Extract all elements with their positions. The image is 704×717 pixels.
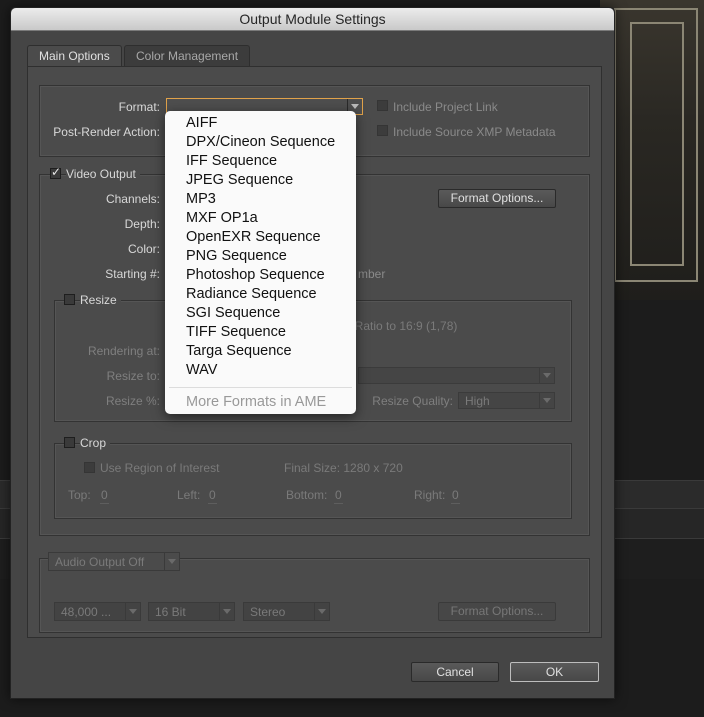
chevron-down-icon (125, 603, 140, 620)
audio-sample-rate-dropdown[interactable]: 48,000 ... (54, 602, 141, 621)
aspect-ratio-text: t Ratio to 16:9 (1,78) (348, 319, 458, 333)
audio-output-value: Audio Output Off (55, 555, 145, 569)
include-xmp-label: Include Source XMP Metadata (393, 125, 556, 139)
include-project-link-checkbox[interactable] (377, 100, 388, 111)
chevron-down-icon (314, 603, 329, 620)
audio-channels-dropdown[interactable]: Stereo (243, 602, 330, 621)
menu-item-aiff[interactable]: AIFF (186, 115, 217, 131)
starting-number-suffix: mber (358, 267, 386, 281)
frame-outline-inner (630, 22, 684, 266)
menu-item-mxf-op1a[interactable]: MXF OP1a (186, 210, 258, 226)
menu-item-png[interactable]: PNG Sequence (186, 248, 287, 264)
menu-item-openexr[interactable]: OpenEXR Sequence (186, 229, 321, 245)
crop-top-value[interactable]: 0 (101, 488, 108, 502)
menu-item-more-formats: More Formats in AME (186, 394, 327, 410)
crop-checkbox[interactable] (64, 437, 75, 448)
crop-right-value[interactable]: 0 (452, 488, 459, 502)
final-size-label: Final Size: 1280 x 720 (284, 461, 403, 475)
chevron-down-icon (539, 368, 554, 383)
crop-bottom-underline (334, 503, 343, 504)
menu-item-sgi[interactable]: SGI Sequence (186, 305, 280, 321)
audio-bit-depth-dropdown[interactable]: 16 Bit (148, 602, 235, 621)
crop-left-label: Left: (177, 488, 201, 502)
menu-item-dpx-cineon[interactable]: DPX/Cineon Sequence (186, 134, 335, 150)
dialog-title: Output Module Settings (11, 8, 614, 31)
menu-item-targa[interactable]: Targa Sequence (186, 343, 292, 359)
crop-label: Crop (80, 436, 111, 450)
crop-bottom-value[interactable]: 0 (335, 488, 342, 502)
tab-color-management[interactable]: Color Management (124, 45, 251, 67)
audio-sample-rate-value: 48,000 ... (61, 605, 112, 619)
crop-right-underline (451, 503, 460, 504)
resize-quality-dropdown[interactable]: High (458, 392, 555, 409)
cancel-button[interactable]: Cancel (411, 662, 499, 682)
video-output-label: Video Output (66, 167, 140, 181)
resize-quality-value: High (465, 394, 490, 408)
format-dropdown-menu: AIFF DPX/Cineon Sequence IFF Sequence JP… (165, 111, 356, 414)
use-roi-checkbox[interactable] (84, 462, 95, 473)
menu-item-jpeg[interactable]: JPEG Sequence (186, 172, 293, 188)
resize-label: Resize (80, 293, 121, 307)
depth-label: Depth: (124, 217, 160, 231)
crop-top-underline (100, 503, 109, 504)
tab-main-options[interactable]: Main Options (27, 45, 122, 67)
menu-item-mp3[interactable]: MP3 (186, 191, 216, 207)
crop-group (54, 443, 572, 519)
starting-number-label: Starting #: (105, 267, 160, 281)
menu-item-radiance[interactable]: Radiance Sequence (186, 286, 317, 302)
chevron-down-icon (539, 393, 554, 408)
color-label: Color: (127, 242, 160, 256)
resize-percent-label: Resize %: (105, 394, 160, 408)
resize-checkbox[interactable] (64, 294, 75, 305)
menu-item-tiff[interactable]: TIFF Sequence (186, 324, 286, 340)
menu-separator (169, 387, 352, 388)
post-render-action-label: Post-Render Action: (53, 125, 160, 139)
video-format-options-button[interactable]: Format Options... (438, 189, 556, 208)
crop-right-label: Right: (414, 488, 446, 502)
resize-to-label: Resize to: (106, 369, 160, 383)
background-video-frame (600, 0, 704, 300)
channels-label: Channels: (105, 192, 160, 206)
audio-format-options-button[interactable]: Format Options... (438, 602, 556, 621)
format-label: Format: (118, 100, 160, 114)
crop-bottom-label: Bottom: (286, 488, 328, 502)
resize-to-dropdown[interactable] (358, 367, 555, 384)
video-output-checkbox[interactable] (50, 165, 61, 179)
chevron-down-icon (164, 553, 179, 570)
include-xmp-checkbox[interactable] (377, 125, 388, 136)
audio-bit-depth-value: 16 Bit (155, 605, 186, 619)
rendering-at-label: Rendering at: (87, 344, 160, 358)
include-project-link-label: Include Project Link (393, 100, 498, 114)
crop-left-underline (208, 503, 217, 504)
menu-item-wav[interactable]: WAV (186, 362, 217, 378)
resize-quality-label: Resize Quality: (372, 394, 453, 408)
chevron-down-icon (219, 603, 234, 620)
ok-button[interactable]: OK (510, 662, 599, 682)
crop-top-label: Top: (68, 488, 91, 502)
menu-item-iff[interactable]: IFF Sequence (186, 153, 277, 169)
crop-left-value[interactable]: 0 (209, 488, 216, 502)
audio-output-dropdown[interactable]: Audio Output Off (48, 552, 180, 571)
use-roi-label: Use Region of Interest (100, 461, 220, 475)
menu-item-photoshop[interactable]: Photoshop Sequence (186, 267, 325, 283)
audio-channels-value: Stereo (250, 605, 286, 619)
